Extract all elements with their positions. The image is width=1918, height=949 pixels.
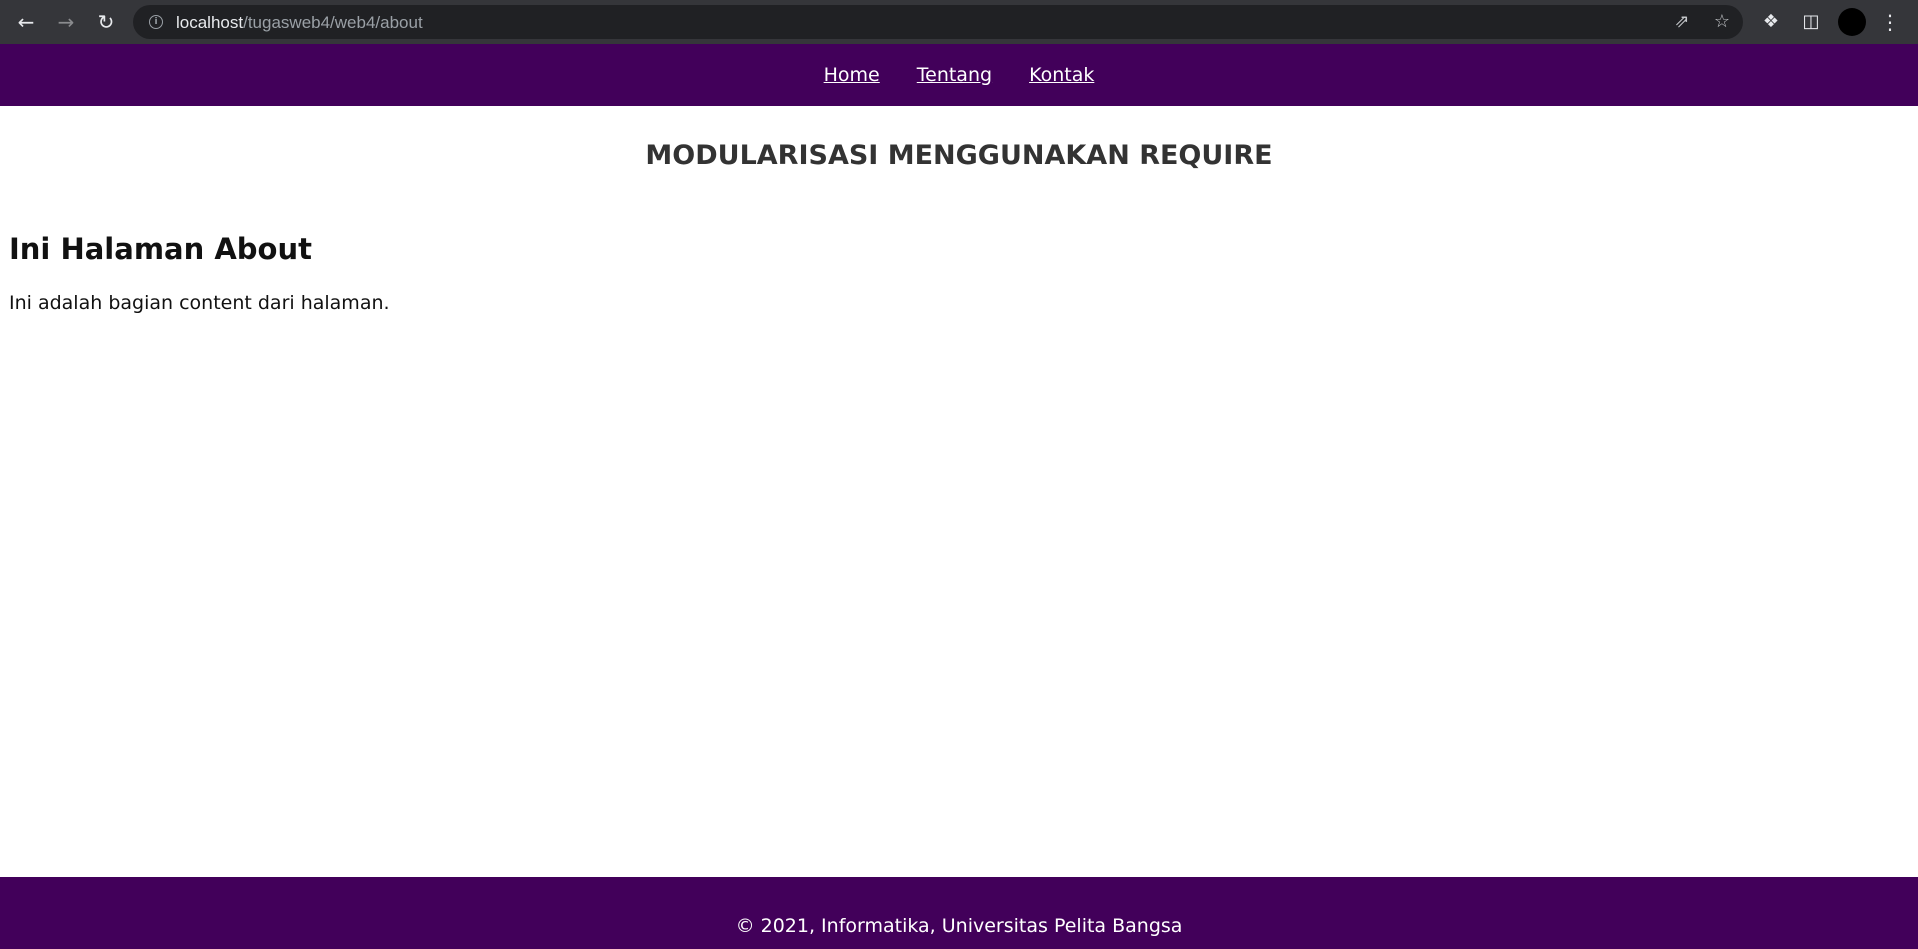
share-icon[interactable]: ⇗: [1671, 11, 1693, 33]
nav-link-home[interactable]: Home: [824, 64, 880, 86]
content-heading: Ini Halaman About: [9, 232, 312, 266]
arrow-right-icon: →: [57, 10, 75, 34]
content-text: Ini adalah bagian content dari halaman.: [9, 292, 390, 314]
info-icon[interactable]: i: [149, 15, 163, 29]
star-icon[interactable]: ☆: [1711, 11, 1733, 33]
avatar[interactable]: [1838, 8, 1866, 36]
side-panel-icon[interactable]: ◫: [1800, 11, 1822, 33]
page-title: MODULARISASI MENGGUNAKAN REQUIRE: [645, 140, 1273, 171]
url-text[interactable]: localhost/tugasweb4/web4/about: [176, 13, 423, 33]
arrow-left-icon: ←: [17, 10, 35, 34]
reload-button[interactable]: ↻: [92, 8, 120, 36]
url-path: /tugasweb4/web4/about: [243, 13, 423, 32]
back-button[interactable]: ←: [12, 8, 40, 36]
site-nav: Home Tentang Kontak: [0, 44, 1918, 106]
address-bar[interactable]: i localhost/tugasweb4/web4/about ⇗ ☆: [133, 5, 1743, 39]
site-footer: [0, 877, 1918, 949]
browser-toolbar: ← → ↻ i localhost/tugasweb4/web4/about ⇗…: [0, 0, 1918, 44]
puzzle-icon[interactable]: ❖: [1760, 11, 1782, 33]
nav-link-tentang[interactable]: Tentang: [917, 64, 992, 86]
reload-icon: ↻: [97, 10, 115, 34]
more-vert-icon[interactable]: ⋮: [1880, 8, 1900, 36]
url-host: localhost: [176, 13, 244, 32]
footer-text: © 2021, Informatika, Universitas Pelita …: [735, 915, 1183, 937]
forward-button[interactable]: →: [52, 8, 80, 36]
nav-link-kontak[interactable]: Kontak: [1029, 64, 1094, 86]
